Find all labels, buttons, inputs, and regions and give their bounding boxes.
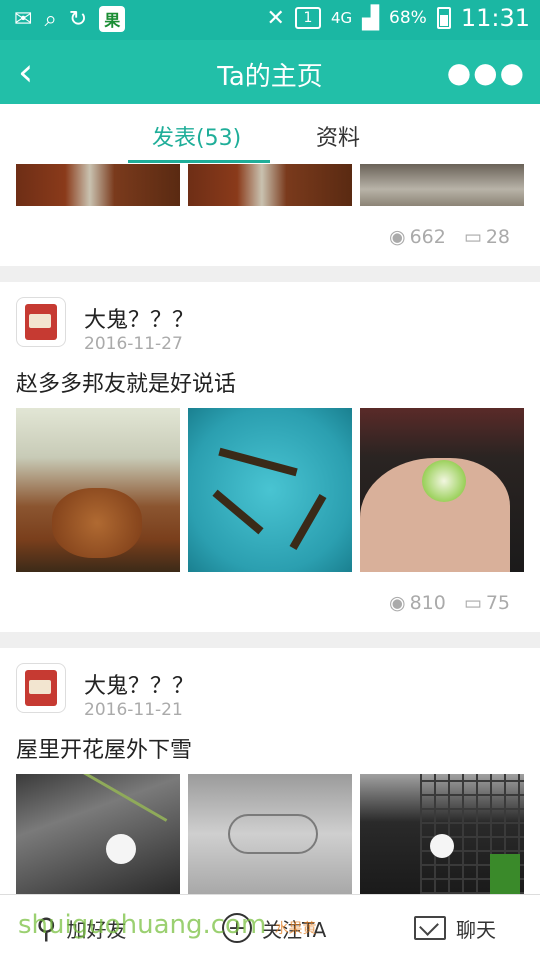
- comment-count: 28: [485, 226, 510, 248]
- sync-icon: ↻: [68, 6, 88, 32]
- views-icon: ◉: [389, 226, 406, 248]
- post-image[interactable]: [360, 774, 524, 894]
- post-image[interactable]: [188, 408, 352, 572]
- battery-percent: 68%: [389, 8, 427, 28]
- watermark-text: shuiguohuang.com: [18, 910, 267, 940]
- signal-icon: ▟: [362, 5, 380, 31]
- comment-icon: ▭: [463, 226, 482, 248]
- watermark-cn: 水果黄: [274, 921, 317, 937]
- mail-icon: [414, 916, 446, 940]
- clock: 11:31: [460, 4, 530, 32]
- post-stats: ◉ 810 ▭ 75: [389, 592, 510, 614]
- view-count: 662: [409, 226, 446, 248]
- post-image[interactable]: [16, 164, 180, 206]
- chat-label: 聊天: [456, 917, 496, 942]
- more-options-icon[interactable]: ●●●: [447, 56, 526, 89]
- author-name[interactable]: 大鬼？？？: [84, 302, 194, 334]
- post-card[interactable]: 大鬼？？？ 2016-11-21 屋里开花屋外下雪: [0, 648, 540, 894]
- post-stats: ◉ 662 ▭ 28: [389, 226, 510, 248]
- search-icon: ⌕: [44, 6, 57, 32]
- chat-button[interactable]: 聊天: [414, 895, 496, 960]
- post-image[interactable]: [16, 408, 180, 572]
- comment-icon: ▭: [463, 592, 482, 614]
- post-card[interactable]: ◉ 662 ▭ 28: [0, 164, 540, 266]
- post-image[interactable]: [360, 164, 524, 206]
- avatar[interactable]: [16, 663, 66, 713]
- app-icon: 果: [99, 6, 126, 32]
- post-text[interactable]: 赵多多邦友就是好说话: [16, 366, 236, 398]
- active-tab-indicator: [128, 160, 270, 163]
- post-image[interactable]: [16, 774, 180, 894]
- app-header: ‹ Ta的主页 ●●●: [0, 40, 540, 104]
- post-card[interactable]: 大鬼？？？ 2016-11-27 赵多多邦友就是好说话 ◉ 810 ▭ 75: [0, 282, 540, 632]
- status-bar: ✉ ⌕ ↻ 果 ✕ 1 4G ▟ 68% 11:31: [0, 0, 540, 40]
- watermark: shuiguohuang.com 水果黄: [18, 910, 317, 940]
- sim-icon: 1: [294, 7, 321, 29]
- post-image[interactable]: [188, 774, 352, 894]
- network-label: 4G: [330, 9, 353, 27]
- avatar[interactable]: [16, 297, 66, 347]
- views-icon: ◉: [389, 592, 406, 614]
- post-date: 2016-11-21: [84, 700, 183, 720]
- view-count: 810: [409, 592, 446, 614]
- post-image[interactable]: [188, 164, 352, 206]
- post-image[interactable]: [360, 408, 524, 572]
- post-text[interactable]: 屋里开花屋外下雪: [16, 732, 192, 764]
- mute-icon: ✕: [266, 5, 285, 31]
- tab-profile-info[interactable]: 资料: [316, 120, 360, 152]
- tab-bar: 发表(53) 资料: [0, 104, 540, 164]
- tab-posts[interactable]: 发表(53): [152, 120, 241, 152]
- mail-icon: ✉: [14, 6, 33, 32]
- post-date: 2016-11-27: [84, 334, 183, 354]
- author-name[interactable]: 大鬼？？？: [84, 668, 194, 700]
- battery-icon: [436, 7, 451, 29]
- comment-count: 75: [485, 592, 510, 614]
